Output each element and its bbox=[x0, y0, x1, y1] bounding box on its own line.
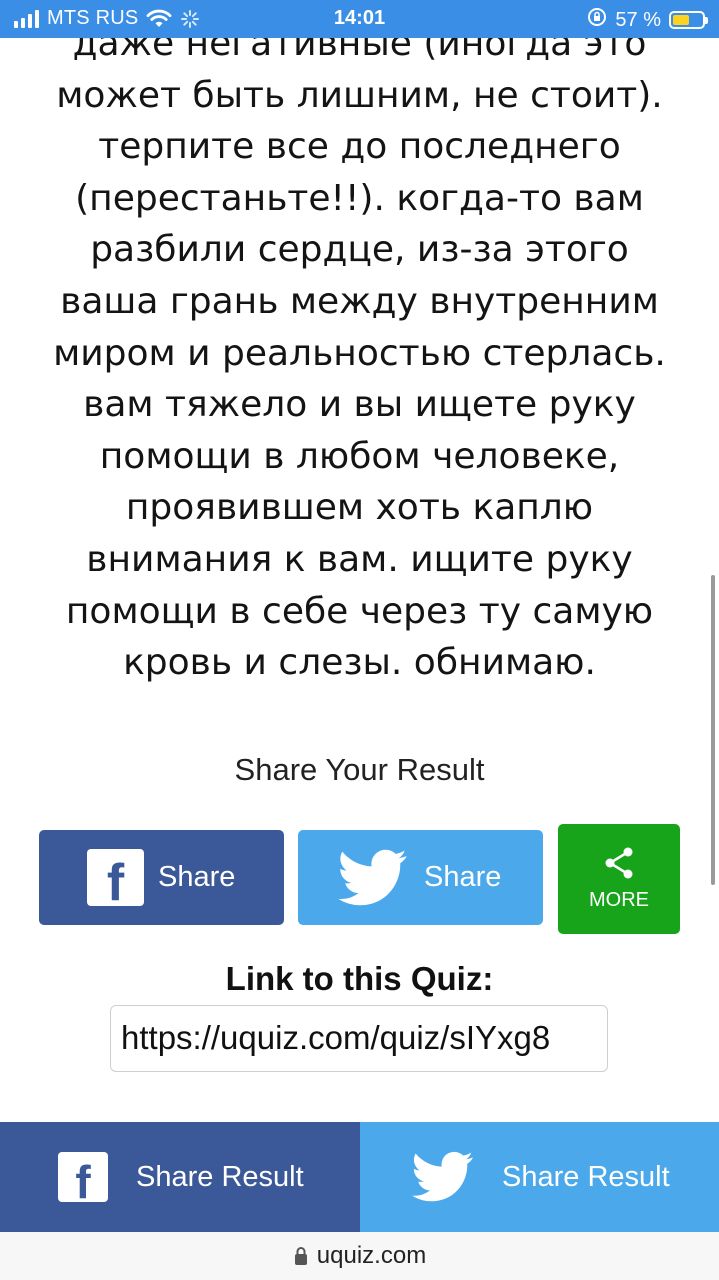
result-text-line: помощи в любом человеке, bbox=[99, 435, 620, 477]
facebook-icon: f bbox=[87, 849, 144, 906]
bottom-facebook-share-label: Share Result bbox=[136, 1160, 304, 1193]
twitter-bird-icon bbox=[412, 1151, 473, 1202]
facebook-icon: f bbox=[58, 1152, 108, 1202]
result-text-line: миром и реальностью стерлась. bbox=[53, 332, 666, 374]
quiz-link-field[interactable]: https://uquiz.com/quiz/sIYxg8 bbox=[110, 1005, 608, 1072]
result-text-line: может быть лишним, не стоит). bbox=[56, 74, 663, 116]
result-text-line: ваша грань между внутренним bbox=[60, 280, 659, 322]
browser-address-bar[interactable]: uquiz.com bbox=[0, 1232, 719, 1280]
result-text-line: внимания к вам. ищите руку bbox=[86, 538, 633, 580]
facebook-share-button[interactable]: f Share bbox=[39, 830, 284, 925]
status-bar: MTS RUS 14:01 57 % bbox=[0, 0, 719, 38]
lock-icon bbox=[294, 1247, 307, 1265]
result-description: даже негативные (иногда это может быть ли… bbox=[20, 18, 699, 689]
quiz-result-page: MTS RUS 14:01 57 % даже негативные (иног… bbox=[0, 0, 719, 1280]
facebook-share-label: Share bbox=[158, 861, 236, 893]
twitter-share-button[interactable]: Share bbox=[298, 830, 543, 925]
result-text-line: (перестаньте!!). когда-то вам bbox=[75, 177, 644, 219]
browser-domain: uquiz.com bbox=[316, 1242, 427, 1269]
twitter-bird-icon bbox=[338, 849, 407, 905]
battery-level bbox=[673, 15, 689, 25]
bottom-twitter-share-button[interactable]: Share Result bbox=[360, 1122, 719, 1232]
scrollbar[interactable] bbox=[711, 575, 715, 885]
status-bar-right: 57 % bbox=[587, 7, 708, 33]
more-share-label: MORE bbox=[589, 888, 649, 911]
share-heading: Share Your Result bbox=[234, 752, 485, 787]
result-text-line: проявившем хоть каплю bbox=[125, 487, 594, 529]
battery-icon bbox=[669, 11, 708, 29]
result-text-line: терпите все до последнего bbox=[98, 126, 621, 168]
bottom-twitter-share-label: Share Result bbox=[502, 1160, 670, 1193]
result-text-line: вам тяжело и вы ищете руку bbox=[83, 384, 636, 426]
result-text-line: кровь и слезы. обнимаю. bbox=[123, 642, 596, 684]
result-text-line: разбили сердце, из-за этого bbox=[90, 229, 629, 271]
battery-percent: 57 % bbox=[615, 8, 661, 31]
share-icon bbox=[605, 847, 633, 878]
more-share-button[interactable]: MORE bbox=[558, 824, 680, 934]
orientation-lock-icon bbox=[587, 7, 607, 33]
quiz-link-label: Link to this Quiz: bbox=[225, 960, 494, 997]
bottom-share-bar: f Share Result Share Result bbox=[0, 1122, 719, 1232]
result-text-line: помощи в себе через ту самую bbox=[65, 590, 654, 632]
bottom-facebook-share-button[interactable]: f Share Result bbox=[0, 1122, 360, 1232]
twitter-share-label: Share bbox=[424, 861, 502, 893]
